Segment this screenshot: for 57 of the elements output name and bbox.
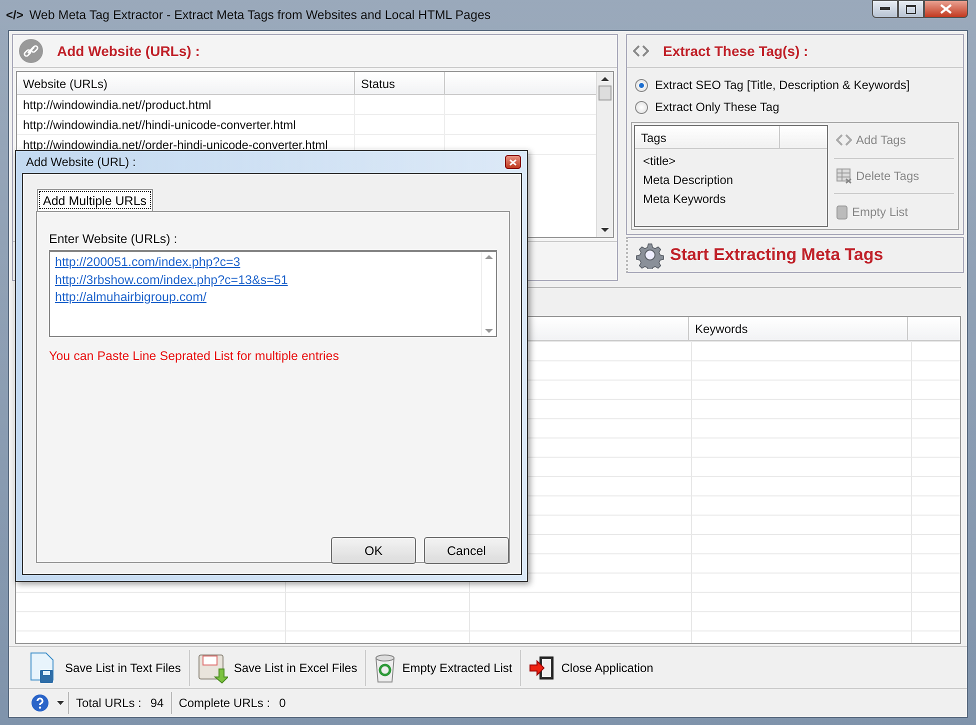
urls-field[interactable]: http://200051.com/index.php?c=3 http://3rbshow.com/index.php?c=13&s=51 http://almuhairbigroup.com/ (49, 250, 497, 337)
url-link[interactable]: http://almuhairbigroup.com/ (55, 289, 476, 306)
start-button[interactable]: Start Extracting Meta Tags (626, 237, 964, 273)
close-button[interactable] (924, 0, 968, 18)
url-cell: http://windowindia.net//product.html (17, 95, 355, 114)
tag-item[interactable]: <title> (635, 152, 827, 171)
close-icon (509, 158, 517, 166)
column-header[interactable]: Status (355, 72, 445, 94)
code-brackets-icon (836, 134, 852, 146)
url-cell: http://windowindia.net//hindi-unicode-converter.html (17, 115, 355, 134)
tab[interactable]: Add Multiple URLs (37, 189, 153, 211)
tag-item[interactable]: Meta Keywords (635, 190, 827, 209)
status-value: 94 (150, 696, 164, 710)
url-link[interactable]: http://3rbshow.com/index.php?c=13&s=51 (55, 272, 476, 289)
scroll-down-icon (485, 329, 493, 334)
maximize-button[interactable] (898, 0, 924, 18)
toolbar-button[interactable]: Empty Extracted List (366, 650, 522, 686)
close-icon (940, 4, 952, 14)
bin-icon (836, 204, 848, 220)
table-delete-icon (836, 168, 852, 184)
radio-button[interactable] (635, 78, 648, 92)
exit-door-icon (529, 656, 556, 680)
toolbar-button[interactable]: Save List in Text Files (21, 650, 190, 686)
toolbar-button[interactable]: Close Application (521, 650, 662, 686)
radio-label[interactable]: Extract Only These Tag (655, 100, 780, 114)
scroll-up-icon (485, 254, 493, 259)
caret-icon (57, 701, 64, 706)
gear-icon (636, 241, 664, 269)
tags-list[interactable]: Tags <title> Meta Description Meta Keywords (634, 125, 828, 227)
window-title: Web Meta Tag Extractor - Extract Meta Tags from Websites and Local HTML Pages (29, 8, 491, 22)
minimize-button[interactable] (872, 0, 898, 18)
code-brackets-icon (633, 45, 649, 57)
url-link[interactable]: http://200051.com/index.php?c=3 (55, 254, 476, 272)
scrollbar[interactable] (596, 72, 613, 237)
panel-title: Extract These Tag(s) : (663, 43, 808, 59)
hint-text: You can Paste Line Seprated List for multiple entries (49, 349, 340, 363)
help-icon (31, 694, 49, 712)
dialog-title: Add Website (URL) : (26, 155, 136, 169)
app-logo: </> (6, 8, 24, 22)
radio-label[interactable]: Extract SEO Tag [Title, Description & Keywords] (655, 78, 910, 92)
tag-item[interactable]: Meta Description (635, 171, 827, 190)
status-label: Complete URLs : (178, 696, 270, 710)
field-label: Enter Website (URLs) : (49, 232, 178, 246)
status-value: 0 (279, 696, 286, 710)
panel-title: Add Website (URLs) : (57, 43, 200, 59)
status-label: Total URLs : (76, 696, 142, 710)
close-button[interactable] (505, 155, 521, 169)
dialog-button[interactable]: Cancel (424, 537, 509, 564)
floppy-download-icon (198, 652, 228, 684)
minimize-icon (880, 7, 890, 11)
maximize-icon (906, 4, 916, 14)
column-header[interactable]: Website (URLs) (17, 72, 355, 94)
radio-button[interactable] (635, 100, 648, 114)
dialog-button[interactable]: OK (331, 537, 416, 564)
link-icon (19, 39, 43, 63)
recycle-bin-icon (374, 652, 396, 683)
toolbar-button[interactable]: Save List in Excel Files (190, 650, 366, 686)
